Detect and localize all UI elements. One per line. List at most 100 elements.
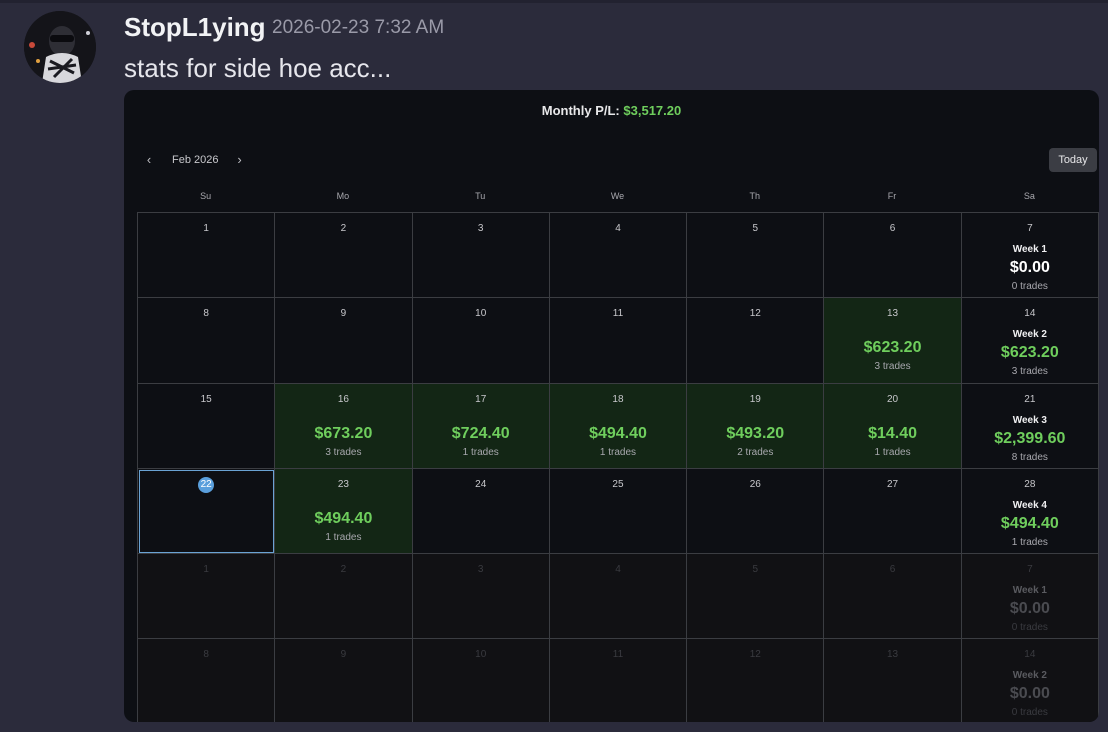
- day-number: 27: [887, 478, 899, 490]
- monthly-pl-value: $3,517.20: [623, 103, 682, 118]
- day-number: 3: [477, 564, 484, 576]
- calendar-day-cell[interactable]: 4: [549, 554, 688, 640]
- week-label: Week 3: [1012, 414, 1047, 426]
- week-trade-count: 1 trades: [1011, 536, 1048, 548]
- calendar-embed: Monthly P/L: $3,517.20 ‹ Feb 2026 › Toda…: [124, 90, 1099, 722]
- calendar-day-cell[interactable]: 18 $494.40 1 trades: [549, 383, 688, 469]
- calendar-day-cell[interactable]: 3: [412, 554, 550, 640]
- calendar-day-cell[interactable]: 23 $494.40 1 trades: [275, 468, 413, 555]
- calendar-day-cell[interactable]: 15: [138, 383, 276, 469]
- weekday-label: Th: [749, 191, 761, 201]
- day-number: 23: [337, 478, 349, 490]
- weekday-label: Su: [200, 191, 212, 201]
- day-number: 7: [1027, 564, 1033, 576]
- chevron-right-icon[interactable]: ›: [232, 152, 246, 167]
- calendar-day-cell[interactable]: 22: [138, 468, 276, 555]
- calendar-day-cell[interactable]: 8: [138, 298, 276, 384]
- weekday-label: Fr: [887, 191, 897, 201]
- day-number: 19: [749, 393, 761, 405]
- week-pl-amount: $0.00: [1009, 600, 1050, 618]
- calendar-day-cell[interactable]: 6: [824, 213, 962, 299]
- day-trade-count: 3 trades: [874, 361, 911, 373]
- calendar-day-cell[interactable]: 4: [549, 213, 688, 299]
- calendar-day-cell[interactable]: 10: [412, 639, 550, 722]
- calendar-day-cell[interactable]: 12: [687, 639, 825, 722]
- calendar-day-cell[interactable]: 25: [549, 468, 688, 555]
- week-summary-cell[interactable]: 28 Week 4 $494.40 1 trades: [961, 468, 1099, 555]
- calendar-day-cell[interactable]: 11: [549, 298, 688, 384]
- calendar-day-cell[interactable]: 13 $623.20 3 trades: [824, 298, 962, 384]
- calendar-day-cell[interactable]: 1: [138, 554, 276, 640]
- today-button[interactable]: Today: [1049, 148, 1097, 172]
- username[interactable]: StopL1ying: [124, 12, 266, 43]
- calendar-day-cell[interactable]: 20 $14.40 1 trades: [824, 383, 962, 469]
- day-number: 6: [889, 564, 896, 576]
- month-label: Feb 2026: [172, 153, 219, 166]
- day-number: 7: [1027, 223, 1033, 234]
- calendar-day-cell[interactable]: 24: [412, 468, 550, 555]
- day-number: 5: [752, 223, 759, 234]
- week-label: Week 2: [1012, 670, 1047, 682]
- day-number: 28: [1024, 478, 1036, 490]
- calendar-day-cell[interactable]: 5: [687, 554, 825, 640]
- week-trade-count: 3 trades: [1011, 366, 1048, 378]
- week-label: Week 1: [1012, 244, 1047, 255]
- day-pl-amount: $673.20: [314, 424, 373, 442]
- calendar-day-cell[interactable]: 8: [138, 639, 276, 722]
- calendar-day-cell[interactable]: 9: [275, 298, 413, 384]
- calendar-day-cell[interactable]: 2: [275, 213, 413, 299]
- day-number: 1: [203, 564, 209, 576]
- day-pl-amount: $494.40: [589, 424, 647, 442]
- week-summary-cell[interactable]: 14 Week 2 $623.20 3 trades: [961, 298, 1099, 384]
- monthly-pl-label: Monthly P/L:: [541, 103, 620, 118]
- week-trade-count: 0 trades: [1011, 281, 1048, 292]
- week-summary-cell[interactable]: 7 Week 1 $0.00 0 trades: [961, 213, 1099, 299]
- week-summary-cell[interactable]: 21 Week 3 $2,399.60 8 trades: [961, 383, 1099, 469]
- calendar-day-cell[interactable]: 17 $724.40 1 trades: [412, 383, 550, 469]
- calendar-day-cell[interactable]: 5: [687, 213, 825, 299]
- week-pl-amount: $0.00: [1009, 259, 1050, 276]
- week-pl-amount: $494.40: [1000, 514, 1059, 532]
- day-number: 10: [475, 308, 487, 320]
- day-trade-count: 1 trades: [874, 446, 911, 458]
- avatar[interactable]: [24, 11, 96, 83]
- calendar-day-cell[interactable]: 19 $493.20 2 trades: [687, 383, 825, 469]
- day-number: 12: [749, 308, 761, 320]
- calendar-day-cell[interactable]: 12: [687, 298, 825, 384]
- calendar-day-cell[interactable]: 2: [275, 554, 413, 640]
- day-number: 18: [612, 393, 624, 405]
- day-number: 6: [889, 223, 896, 234]
- calendar-day-cell[interactable]: 11: [549, 639, 688, 722]
- week-label: Week 2: [1012, 329, 1047, 341]
- calendar-day-cell[interactable]: 16 $673.20 3 trades: [275, 383, 413, 469]
- calendar-day-cell[interactable]: 27: [824, 468, 962, 555]
- weekday-label: Tu: [475, 191, 486, 201]
- calendar-day-cell[interactable]: 1: [138, 213, 276, 299]
- day-number: 5: [752, 564, 759, 576]
- calendar-day-cell[interactable]: 9: [275, 639, 413, 722]
- calendar-day-cell[interactable]: 6: [824, 554, 962, 640]
- day-number: 12: [749, 649, 761, 661]
- day-pl-amount: $493.20: [726, 424, 785, 442]
- chevron-left-icon[interactable]: ‹: [142, 152, 156, 167]
- week-trade-count: 0 trades: [1011, 707, 1048, 719]
- day-number: 8: [203, 649, 209, 661]
- day-number: 25: [612, 478, 624, 490]
- day-number: 3: [477, 223, 484, 234]
- day-pl-amount: $14.40: [868, 424, 918, 442]
- week-label: Week 1: [1012, 585, 1047, 597]
- calendar-day-cell[interactable]: 13: [824, 639, 962, 722]
- day-number: 14: [1024, 308, 1036, 320]
- calendar-day-cell[interactable]: 26: [687, 468, 825, 555]
- weekday-header: Su Mo Tu We Th Fr Sa: [137, 186, 1098, 206]
- day-number: 13: [887, 308, 899, 320]
- calendar-day-cell[interactable]: 3: [412, 213, 550, 299]
- day-pl-amount: $724.40: [451, 424, 510, 442]
- week-summary-cell[interactable]: 14 Week 2 $0.00 0 trades: [961, 639, 1099, 722]
- today-badge: 22: [198, 476, 215, 493]
- week-summary-cell[interactable]: 7 Week 1 $0.00 0 trades: [961, 554, 1099, 640]
- calendar-day-cell[interactable]: 10: [412, 298, 550, 384]
- day-trade-count: 1 trades: [325, 531, 362, 543]
- day-number: 13: [887, 649, 899, 661]
- day-number: 15: [200, 393, 212, 405]
